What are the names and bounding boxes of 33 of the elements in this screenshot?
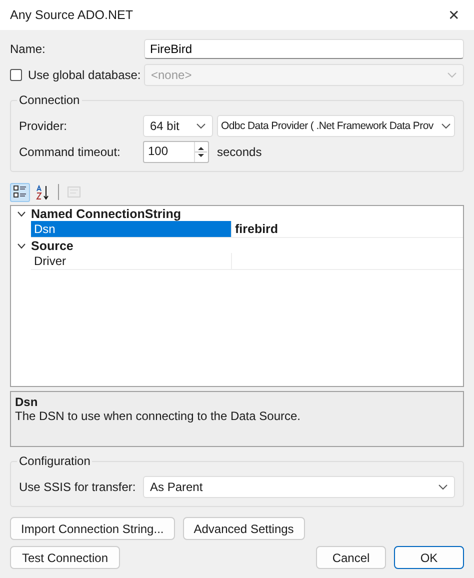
field-label: Use SSIS for transfer: xyxy=(19,480,137,494)
import-button[interactable]: Import Connection String... xyxy=(10,517,175,540)
toolbar-button[interactable] xyxy=(10,182,30,202)
advanced-settings-button[interactable]: Advanced Settings xyxy=(182,517,305,540)
property-pages-icon xyxy=(67,186,81,198)
category-label: Named ConnectionString xyxy=(31,206,182,220)
bitness-dropdown[interactable]: 64 bit xyxy=(143,115,213,137)
description-text: The DSN to use when connecting to the Data Source. xyxy=(15,409,302,423)
ok-button[interactable]: OK xyxy=(394,546,464,569)
name-field[interactable]: FireBird xyxy=(144,39,464,59)
checkbox-label: Use global database: xyxy=(28,68,141,82)
timeout-spinner[interactable]: 100 xyxy=(143,141,209,163)
collapse-chevron-icon[interactable] xyxy=(16,210,26,216)
field-label: Name: xyxy=(10,42,46,56)
group-title: Configuration xyxy=(17,454,92,468)
ssis-dropdown[interactable]: As Parent xyxy=(143,476,455,498)
property-name[interactable]: Driver xyxy=(31,253,232,269)
cancel-button[interactable]: Cancel xyxy=(316,546,386,569)
category-label: Source xyxy=(31,238,74,252)
group-title: Connection xyxy=(17,93,82,107)
close-button[interactable]: ✕ xyxy=(444,5,464,25)
collapse-chevron-icon[interactable] xyxy=(16,242,26,248)
provider-dropdown[interactable]: Odbc Data Provider ( .Net Framework Data Prov xyxy=(217,115,455,137)
sort-az-icon xyxy=(36,184,50,200)
property-value[interactable]: firebird xyxy=(235,222,278,236)
categorized-view-icon xyxy=(13,185,27,199)
description-title: Dsn xyxy=(15,395,39,409)
unit-label: seconds xyxy=(217,145,262,159)
field-label: Command timeout: xyxy=(19,145,122,159)
test-connection-button[interactable]: Test Connection xyxy=(10,546,120,569)
property-name[interactable]: Dsn xyxy=(31,221,232,237)
field-label: Provider: xyxy=(19,119,68,133)
window-title: Any Source ADO.NET xyxy=(10,8,133,22)
